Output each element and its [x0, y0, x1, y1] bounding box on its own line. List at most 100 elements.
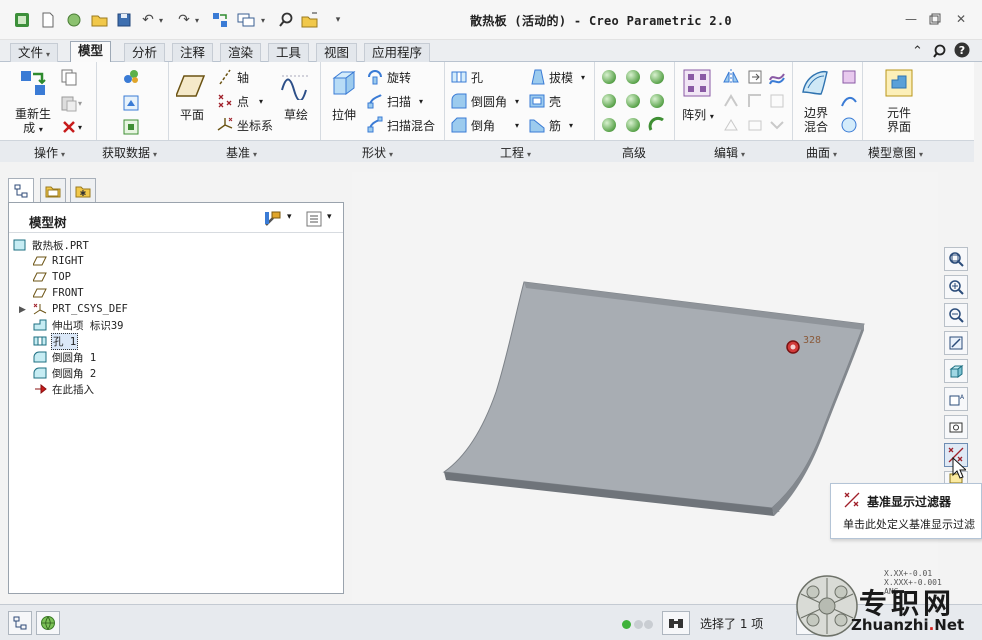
- group-surfaces[interactable]: 曲面 ▾: [806, 144, 837, 161]
- tab-file[interactable]: 文件 ▾: [10, 43, 59, 62]
- search-icon[interactable]: [932, 44, 946, 62]
- app-logo-icon[interactable]: [12, 9, 32, 31]
- display-style-icon[interactable]: [944, 359, 968, 383]
- windows-dropdown-icon[interactable]: ▾: [258, 9, 268, 31]
- thicken-icon[interactable]: [722, 116, 740, 134]
- tab-view[interactable]: 视图: [316, 43, 358, 62]
- minimize-ribbon-icon[interactable]: ⌃: [912, 44, 923, 59]
- mirror-icon[interactable]: [722, 68, 740, 86]
- pattern-button[interactable]: 阵列 ▾: [678, 108, 718, 124]
- csys-button[interactable]: 坐标系: [216, 116, 273, 134]
- tree-node-round-2[interactable]: 倒圆角 2: [33, 365, 97, 381]
- shrinkwrap-icon[interactable]: [122, 118, 140, 136]
- rib-button[interactable]: 筋 ▾: [528, 116, 573, 134]
- component-interface-button[interactable]: 元件 界面: [878, 106, 920, 134]
- toroidal-bend-icon[interactable]: [648, 116, 666, 134]
- new-icon[interactable]: [38, 9, 58, 31]
- close-window-icon[interactable]: [300, 9, 320, 31]
- sketch-icon[interactable]: [280, 70, 310, 102]
- tab-model[interactable]: 模型: [70, 41, 112, 63]
- minimize-icon[interactable]: —: [902, 10, 920, 28]
- tree-node-right[interactable]: RIGHT: [33, 253, 85, 269]
- redo-icon[interactable]: ↷: [174, 9, 194, 31]
- sketch-button[interactable]: 草绘: [278, 108, 314, 122]
- saved-orientations-icon[interactable]: AB: [944, 387, 968, 411]
- settings-dropdown-icon[interactable]: ▾: [287, 212, 292, 222]
- delete-icon[interactable]: ▾: [60, 118, 82, 136]
- tab-model-tree[interactable]: [8, 178, 34, 203]
- view-manager-icon[interactable]: [944, 415, 968, 439]
- tab-render[interactable]: 渲染: [220, 43, 262, 62]
- advanced-feature-icon[interactable]: [650, 70, 664, 84]
- tab-applications[interactable]: 应用程序: [364, 43, 431, 62]
- redo-dropdown-icon[interactable]: ▾: [192, 9, 202, 31]
- draft-button[interactable]: 拔模 ▾: [528, 68, 585, 86]
- close-icon[interactable]: ✕: [952, 10, 970, 28]
- group-shapes[interactable]: 形状 ▾: [362, 144, 393, 161]
- intersect-icon[interactable]: [768, 92, 786, 110]
- copy-geometry-icon[interactable]: [122, 94, 140, 112]
- tab-folder-browser[interactable]: [40, 178, 66, 202]
- find-binoculars-icon[interactable]: [662, 611, 690, 635]
- paste-icon[interactable]: ▾: [60, 94, 82, 112]
- toggle-browser-icon[interactable]: [36, 611, 60, 635]
- fill-icon[interactable]: [840, 68, 858, 86]
- solidify-icon[interactable]: [746, 116, 764, 134]
- merge-icon[interactable]: [768, 68, 786, 86]
- copy-icon[interactable]: [60, 68, 78, 86]
- windows-icon[interactable]: [236, 9, 256, 31]
- sweep-button[interactable]: 扫描 ▾: [366, 92, 423, 110]
- offset-icon[interactable]: [746, 92, 764, 110]
- tree-node-top[interactable]: TOP: [33, 269, 72, 285]
- advanced-feature-icon[interactable]: [626, 94, 640, 108]
- zoom-in-icon[interactable]: [944, 275, 968, 299]
- expand-arrow-icon[interactable]: ▶: [19, 305, 26, 315]
- tab-tools[interactable]: 工具: [268, 43, 310, 62]
- refit-icon[interactable]: [944, 247, 968, 271]
- revolve-button[interactable]: 旋转: [366, 68, 411, 86]
- axis-button[interactable]: 轴: [216, 68, 249, 86]
- open-sphere-icon[interactable]: [64, 9, 84, 31]
- find-icon[interactable]: [276, 9, 296, 31]
- group-editing[interactable]: 编辑 ▾: [714, 144, 745, 161]
- boundary-blend-button[interactable]: 边界 混合: [796, 106, 836, 134]
- advanced-feature-icon[interactable]: [602, 94, 616, 108]
- pattern-icon[interactable]: [682, 68, 712, 98]
- group-operations[interactable]: 操作 ▾: [34, 144, 65, 161]
- group-datum[interactable]: 基准 ▾: [226, 144, 257, 161]
- maximize-icon[interactable]: [926, 10, 944, 28]
- extrude-button[interactable]: 拉伸: [324, 108, 364, 122]
- tab-favorites[interactable]: ✱: [70, 178, 96, 202]
- plane-button[interactable]: 平面: [172, 108, 212, 122]
- group-engineering[interactable]: 工程 ▾: [500, 144, 531, 161]
- tree-node-round-1[interactable]: 倒圆角 1: [33, 349, 97, 365]
- round-button[interactable]: 倒圆角 ▾: [450, 92, 519, 110]
- advanced-feature-icon[interactable]: [626, 70, 640, 84]
- show-list-icon[interactable]: [305, 210, 323, 231]
- tree-node-insert-here[interactable]: 在此插入: [33, 381, 95, 397]
- advanced-feature-icon[interactable]: [602, 118, 616, 132]
- project-icon[interactable]: [768, 116, 786, 134]
- hole-button[interactable]: 孔: [450, 68, 483, 86]
- user-defined-feature-icon[interactable]: [122, 68, 140, 86]
- advanced-feature-icon[interactable]: [626, 118, 640, 132]
- boundary-blend-icon[interactable]: [800, 68, 830, 98]
- tree-node-front[interactable]: FRONT: [33, 285, 85, 301]
- settings-tools-icon[interactable]: [263, 210, 283, 231]
- advanced-feature-icon[interactable]: [602, 70, 616, 84]
- trim-icon[interactable]: [722, 92, 740, 110]
- group-get-data[interactable]: 获取数据 ▾: [102, 144, 157, 161]
- undo-icon[interactable]: ↶: [138, 9, 158, 31]
- group-advanced[interactable]: 高级: [622, 144, 646, 161]
- help-icon[interactable]: ?: [954, 42, 970, 62]
- tab-annotate[interactable]: 注释: [172, 43, 214, 62]
- extend-icon[interactable]: [746, 68, 764, 86]
- tree-node-csys[interactable]: PRT_CSYS_DEF: [33, 301, 129, 317]
- tab-analysis[interactable]: 分析: [124, 43, 166, 62]
- show-dropdown-icon[interactable]: ▾: [327, 212, 332, 222]
- swept-blend-button[interactable]: 扫描混合: [366, 116, 435, 134]
- regenerate-button[interactable]: 重新生 成 ▾: [10, 107, 56, 137]
- component-interface-icon[interactable]: [884, 68, 914, 98]
- repaint-icon[interactable]: [944, 331, 968, 355]
- regenerate-icon[interactable]: [210, 9, 230, 31]
